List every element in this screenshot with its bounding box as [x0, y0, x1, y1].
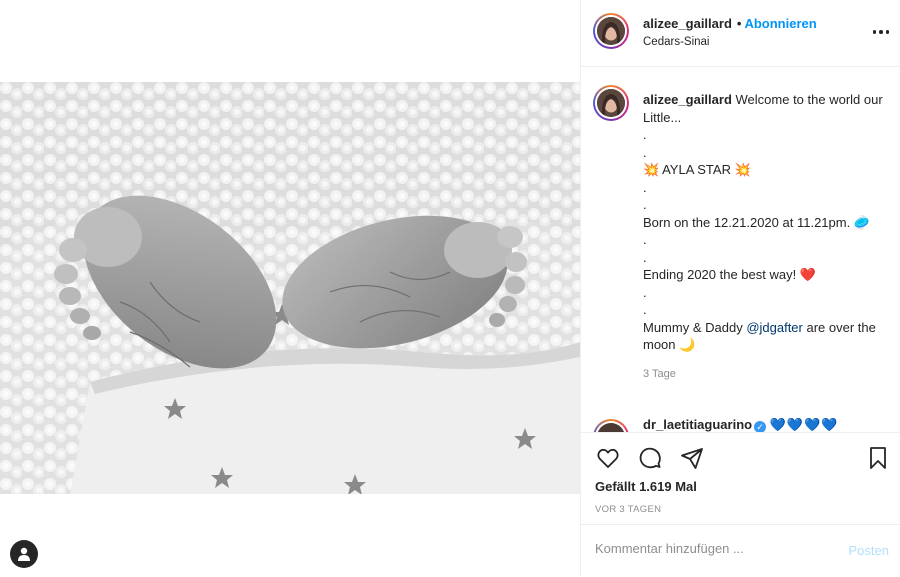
baby-feet-photo [0, 82, 580, 494]
post-side-panel: alizee_gaillard • Abonnieren Cedars-Sinai … [580, 0, 900, 576]
more-dot-icon [872, 30, 876, 34]
caption-line: . [643, 302, 647, 317]
comment-text: 💙💙💙💙 [769, 417, 839, 432]
paper-plane-icon [681, 448, 703, 469]
caption-line: Born on the 12.21.2020 at 11.21pm. 🥏 [643, 214, 870, 230]
post-header: alizee_gaillard • Abonnieren Cedars-Sinai [581, 0, 900, 67]
caption-line: Mummy & Daddy @jdgafter are over the moo… [643, 319, 876, 353]
follow-button[interactable]: Abonnieren [744, 16, 816, 31]
caption-line: . [643, 249, 647, 265]
avatar-image [597, 17, 625, 45]
caption-username[interactable]: alizee_gaillard [643, 92, 732, 107]
verified-badge-icon: ✓ [754, 421, 767, 432]
header-separator: • [736, 16, 742, 31]
mention-link[interactable]: @jdgafter [746, 320, 803, 335]
caption-line: . [643, 232, 647, 247]
share-button[interactable] [679, 445, 705, 471]
post-timestamp[interactable]: VOR 3 TAGEN [595, 504, 661, 515]
add-comment-bar: Posten [581, 524, 900, 577]
like-button[interactable] [595, 445, 621, 471]
caption-line: . [643, 197, 647, 212]
header-username[interactable]: alizee_gaillard [643, 16, 732, 31]
more-dot-icon [885, 30, 889, 34]
caption-line: 💥 AYLA STAR 💥 [643, 162, 751, 177]
comment-button[interactable] [637, 445, 663, 471]
user-icon [18, 547, 30, 561]
comment-icon [639, 447, 661, 469]
action-icons [595, 445, 705, 471]
caption-line: . [643, 127, 647, 142]
save-button[interactable] [865, 445, 891, 471]
more-dot-icon [879, 30, 883, 34]
more-options-button[interactable] [872, 30, 889, 34]
commenter-avatar[interactable] [593, 419, 629, 432]
caption-timestamp[interactable]: 3 Tage [643, 366, 883, 384]
caption-line: alizee_gaillard Welcome to the world our… [643, 92, 883, 125]
location-link[interactable]: Cedars-Sinai [643, 36, 709, 48]
post-photo[interactable] [0, 82, 580, 494]
likes-count[interactable]: Gefällt 1.619 Mal [595, 479, 697, 494]
heart-icon [597, 448, 619, 468]
comment-input[interactable] [595, 541, 825, 556]
caption-line: . [643, 179, 647, 195]
post-comment-button[interactable]: Posten [849, 543, 889, 558]
avatar[interactable] [593, 13, 629, 49]
avatar-image [597, 89, 625, 117]
comment-item: dr_laetitiaguarino ✓ 💙💙💙💙 [643, 417, 838, 432]
comments-list[interactable]: alizee_gaillard Welcome to the world our… [581, 67, 900, 432]
tagged-user-button[interactable] [10, 540, 38, 568]
caption-line: . [643, 284, 647, 300]
post-media [0, 0, 580, 576]
post-caption: alizee_gaillard Welcome to the world our… [643, 91, 883, 383]
header-user-line: alizee_gaillard • Abonnieren [643, 16, 817, 31]
caption-line: Ending 2020 the best way! ❤️ [643, 267, 817, 282]
caption-avatar[interactable] [593, 85, 629, 121]
caption-line: . [643, 144, 647, 160]
post-actions: Gefällt 1.619 Mal VOR 3 TAGEN [581, 432, 900, 525]
comment-username[interactable]: dr_laetitiaguarino [643, 417, 752, 432]
bookmark-icon [870, 447, 886, 469]
